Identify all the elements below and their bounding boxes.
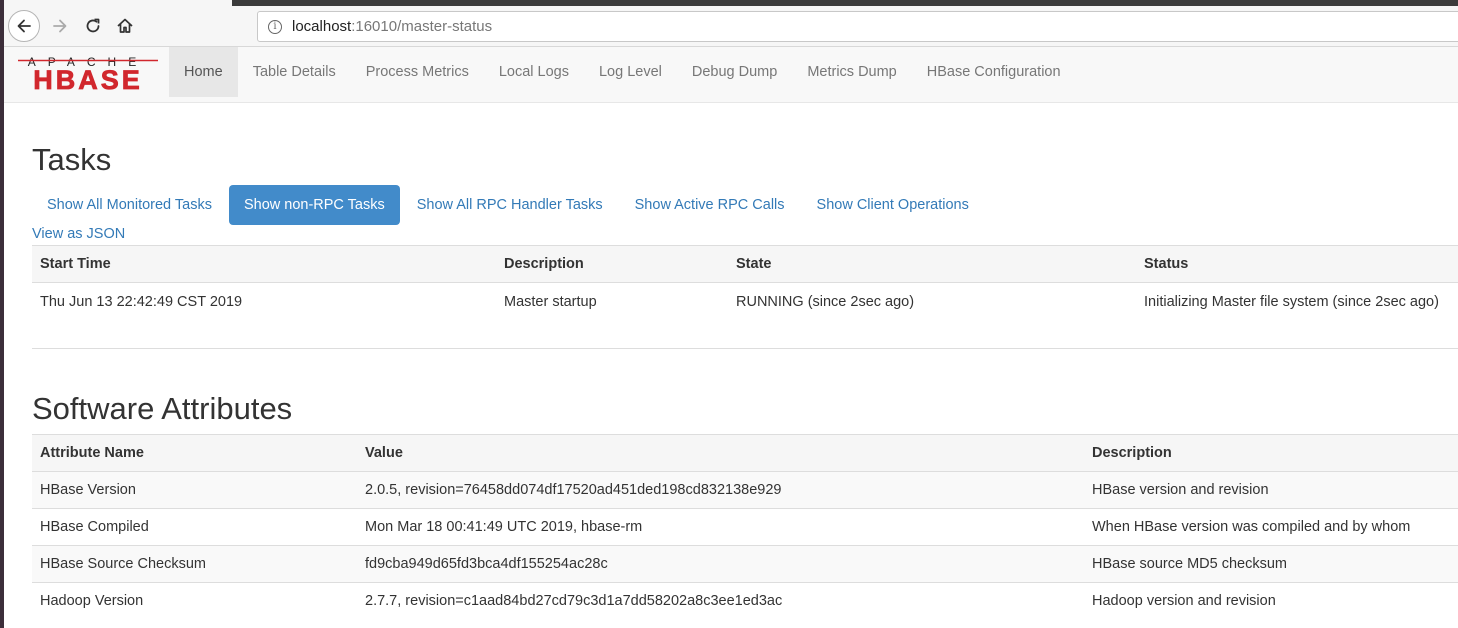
browser-toolbar: i localhost:16010/master-status xyxy=(4,0,1458,47)
column-header: Description xyxy=(1084,434,1458,472)
address-bar[interactable]: i localhost:16010/master-status xyxy=(257,11,1458,42)
table-cell: HBase Source Checksum xyxy=(32,545,357,583)
column-header: Attribute Name xyxy=(32,434,357,472)
nav-hbase-configuration[interactable]: HBase Configuration xyxy=(912,47,1076,97)
nav-process-metrics[interactable]: Process Metrics xyxy=(351,47,484,97)
table-cell: HBase Compiled xyxy=(32,508,357,546)
column-header: Value xyxy=(357,434,1084,472)
nav-debug-dump[interactable]: Debug Dump xyxy=(677,47,792,97)
column-header: Description xyxy=(496,245,728,283)
table-cell: HBase version and revision xyxy=(1084,471,1458,509)
table-row: Hadoop Version 2.7.7, revision=c1aad84bd… xyxy=(32,582,1458,620)
reload-button[interactable] xyxy=(77,10,109,42)
nav-home[interactable]: Home xyxy=(169,47,238,97)
table-cell: Mon Mar 18 00:41:49 UTC 2019, hbase-rm xyxy=(357,508,1084,546)
hbase-logo[interactable]: APACHE HBASE xyxy=(18,53,158,95)
table-cell: Hadoop Version xyxy=(32,582,357,620)
column-header: State xyxy=(728,245,1136,283)
table-cell: Master startup xyxy=(496,282,728,321)
table-header-row: Attribute Name Value Description xyxy=(32,434,1458,472)
software-attributes-heading: Software Attributes xyxy=(32,391,293,426)
table-cell: fd9cba949d65fd3bca4df155254ac28c xyxy=(357,545,1084,583)
table-cell: Hadoop version and revision xyxy=(1084,582,1458,620)
reload-icon xyxy=(86,18,100,33)
arrow-left-icon xyxy=(17,19,31,33)
table-cell: Thu Jun 13 22:42:49 CST 2019 xyxy=(32,282,496,321)
section-divider xyxy=(32,348,1458,349)
table-row: HBase Compiled Mon Mar 18 00:41:49 UTC 2… xyxy=(32,508,1458,546)
view-as-json-link[interactable]: View as JSON xyxy=(32,226,125,242)
forward-button[interactable] xyxy=(44,10,76,42)
table-row: HBase Source Checksum fd9cba949d65fd3bca… xyxy=(32,545,1458,583)
pill-all-monitored-tasks[interactable]: Show All Monitored Tasks xyxy=(32,185,227,225)
arrow-right-icon xyxy=(53,19,67,33)
pill-active-rpc-calls[interactable]: Show Active RPC Calls xyxy=(620,185,800,225)
nav-metrics-dump[interactable]: Metrics Dump xyxy=(792,47,911,97)
table-cell: Initializing Master file system (since 2… xyxy=(1136,282,1458,321)
column-header: Start Time xyxy=(32,245,496,283)
table-cell: HBase source MD5 checksum xyxy=(1084,545,1458,583)
nav-log-level[interactable]: Log Level xyxy=(584,47,677,97)
main-menu: Home Table Details Process Metrics Local… xyxy=(169,47,1076,103)
nav-local-logs[interactable]: Local Logs xyxy=(484,47,584,97)
pill-non-rpc-tasks[interactable]: Show non-RPC Tasks xyxy=(228,185,400,225)
hbase-navbar: APACHE HBASE Home Table Details Process … xyxy=(4,47,1458,103)
url-host: localhost xyxy=(292,18,352,35)
url-path: :16010/master-status xyxy=(351,18,493,35)
browser-tab-strip xyxy=(232,0,1458,6)
task-filter-pills: Show All Monitored Tasks Show non-RPC Ta… xyxy=(32,185,986,225)
software-attributes-table: Attribute Name Value Description HBase V… xyxy=(32,434,1458,620)
hbase-logo-image: APACHE HBASE xyxy=(18,55,158,95)
pill-client-operations[interactable]: Show Client Operations xyxy=(802,185,984,225)
table-cell: RUNNING (since 2sec ago) xyxy=(728,282,1136,321)
tasks-heading: Tasks xyxy=(32,142,112,177)
tasks-table: Start Time Description State Status Thu … xyxy=(32,245,1458,321)
table-row: HBase Version 2.0.5, revision=76458dd074… xyxy=(32,471,1458,509)
table-header-row: Start Time Description State Status xyxy=(32,245,1458,283)
back-button[interactable] xyxy=(8,10,40,42)
table-cell: 2.7.7, revision=c1aad84bd27cd79c3d1a7dd5… xyxy=(357,582,1084,620)
table-cell: When HBase version was compiled and by w… xyxy=(1084,508,1458,546)
table-cell: HBase Version xyxy=(32,471,357,509)
logo-hbase-text: HBASE xyxy=(33,65,143,95)
home-button[interactable] xyxy=(109,10,141,42)
column-header: Status xyxy=(1136,245,1458,283)
nav-table-details[interactable]: Table Details xyxy=(238,47,351,97)
table-row: Thu Jun 13 22:42:49 CST 2019 Master star… xyxy=(32,282,1458,321)
table-cell: 2.0.5, revision=76458dd074df17520ad451de… xyxy=(357,471,1084,509)
home-icon xyxy=(117,18,133,33)
info-icon[interactable]: i xyxy=(268,19,282,34)
pill-rpc-handler-tasks[interactable]: Show All RPC Handler Tasks xyxy=(402,185,618,225)
